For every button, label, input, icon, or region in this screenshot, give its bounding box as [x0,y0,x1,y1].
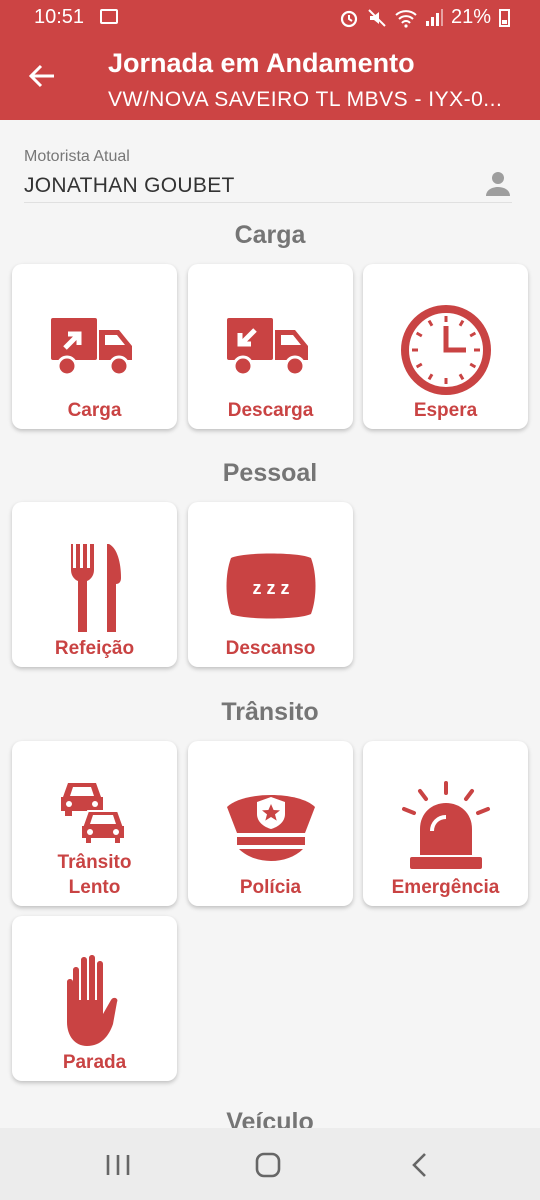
back-nav-icon[interactable] [400,1150,440,1180]
app-bar: Jornada em Andamento VW/NOVA SAVEIRO TL … [0,36,540,120]
main-content[interactable]: Motorista Atual JONATHAN GOUBET Carga Ca… [0,120,540,1128]
fork-knife-icon [70,544,121,632]
recent-apps-icon[interactable] [98,1150,138,1180]
policia-label: Polícia [239,877,302,898]
refeicao-label: Refeição [54,638,135,659]
section-title-transito: Trânsito [221,698,319,726]
divider [24,202,512,203]
truck-unload-icon [226,318,308,377]
battery-icon [499,8,510,27]
descarga-button[interactable]: Descarga [188,264,353,429]
driver-name: JONATHAN GOUBET [24,174,235,197]
back-arrow-icon[interactable] [26,60,58,92]
transito-lento-button[interactable]: Trânsito Lento [12,741,177,906]
battery-percent: 21% [450,6,491,28]
page-title: Jornada em Andamento [108,48,415,78]
status-time: 10:51 [34,6,85,28]
descanso-button[interactable]: z z z Descanso [188,502,353,667]
slow-traffic-icon [60,783,126,845]
transito-lento-label-line2: Lento [68,877,121,898]
status-bar: 10:51 21% [0,0,540,36]
carga-button[interactable]: Carga [12,264,177,429]
mute-icon [368,8,386,27]
vehicle-subtitle: VW/NOVA SAVEIRO TL MBVS - IYX-0... [108,88,503,111]
system-nav-bar [0,1128,540,1200]
police-hat-icon [226,795,315,861]
emergency-siren-icon [401,781,490,869]
pillow-sleep-icon: z z z [226,553,315,619]
espera-button[interactable]: Espera [363,264,528,429]
person-icon[interactable] [484,170,512,198]
section-title-pessoal: Pessoal [222,459,318,487]
section-title-carga: Carga [234,221,306,249]
espera-label: Espera [413,400,478,421]
wifi-icon [395,9,417,28]
parada-label: Parada [62,1052,127,1073]
descarga-label: Descarga [227,400,314,421]
section-title-veiculo: Veículo [226,1108,314,1128]
parada-button[interactable]: Parada [12,916,177,1081]
emergencia-button[interactable]: Emergência [363,741,528,906]
descanso-label: Descanso [225,638,316,659]
gallery-notification-icon [100,9,118,24]
clock-icon [400,305,491,395]
emergencia-label: Emergência [391,877,500,898]
policia-button[interactable]: Polícia [188,741,353,906]
stop-hand-icon [66,955,117,1046]
transito-lento-label-line1: Trânsito [57,852,132,873]
carga-label: Carga [67,400,122,421]
truck-load-icon [50,318,132,377]
home-icon[interactable] [248,1150,288,1180]
alarm-icon [340,10,358,27]
svg-text:z z z: z z z [252,578,289,598]
signal-icon [425,8,443,26]
driver-label: Motorista Atual [24,148,130,165]
refeicao-button[interactable]: Refeição [12,502,177,667]
